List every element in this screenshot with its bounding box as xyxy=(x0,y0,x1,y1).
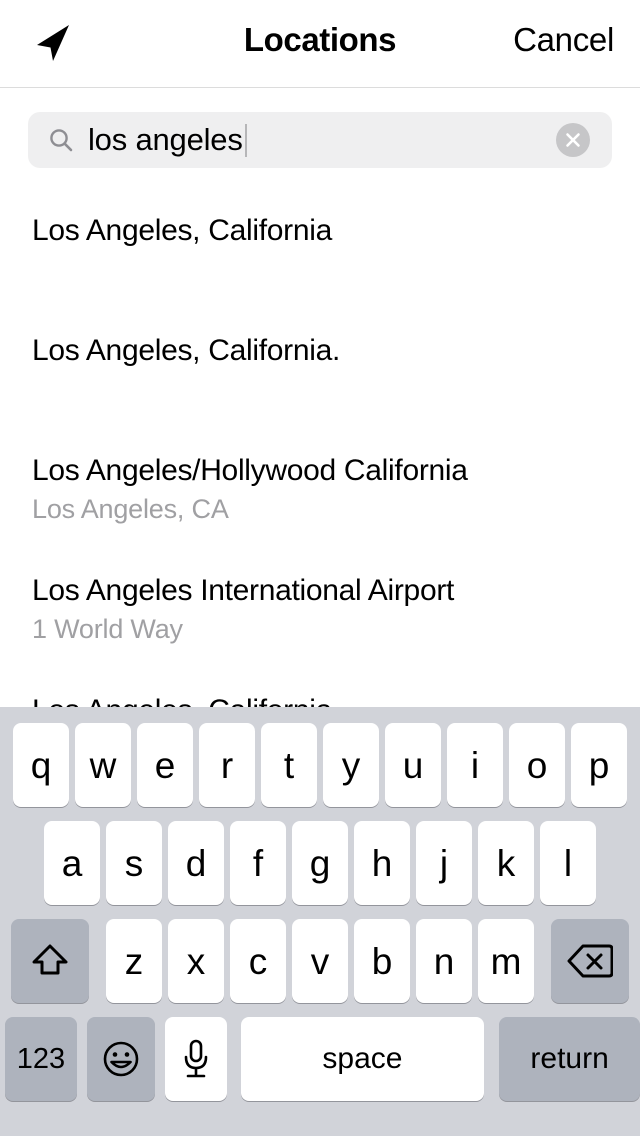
list-item[interactable]: Los Angeles, California. xyxy=(0,310,640,430)
result-subtitle: 1 World Way xyxy=(32,611,640,647)
key-y[interactable]: y xyxy=(323,723,379,807)
key-j[interactable]: j xyxy=(416,821,472,905)
key-n[interactable]: n xyxy=(416,919,472,1003)
key-c[interactable]: c xyxy=(230,919,286,1003)
result-title: Los Angeles International Airport xyxy=(32,572,640,610)
key-f[interactable]: f xyxy=(230,821,286,905)
list-item[interactable]: Los Angeles International Airport 1 Worl… xyxy=(0,550,640,670)
search-bar-container: los angeles xyxy=(0,88,640,168)
list-item[interactable]: Los Angeles, California xyxy=(0,670,640,707)
numbers-key[interactable]: 123 xyxy=(5,1017,77,1101)
clear-search-button[interactable] xyxy=(556,123,590,157)
key-x[interactable]: x xyxy=(168,919,224,1003)
return-key[interactable]: return xyxy=(499,1017,640,1101)
key-i[interactable]: i xyxy=(447,723,503,807)
key-v[interactable]: v xyxy=(292,919,348,1003)
key-g[interactable]: g xyxy=(292,821,348,905)
keyboard-row-1: q w e r t y u i o p xyxy=(0,707,640,807)
search-results-list: Los Angeles, California Los Angeles, Cal… xyxy=(0,190,640,707)
result-title: Los Angeles/Hollywood California xyxy=(32,452,640,490)
key-t[interactable]: t xyxy=(261,723,317,807)
key-h[interactable]: h xyxy=(354,821,410,905)
key-w[interactable]: w xyxy=(75,723,131,807)
search-text-holder: los angeles xyxy=(88,123,556,157)
navigation-bar: Locations Cancel xyxy=(0,0,640,88)
key-b[interactable]: b xyxy=(354,919,410,1003)
result-title: Los Angeles, California xyxy=(32,692,640,707)
key-m[interactable]: m xyxy=(478,919,534,1003)
cancel-button[interactable]: Cancel xyxy=(513,18,614,62)
search-input[interactable]: los angeles xyxy=(28,112,612,168)
keyboard-row-3: z x c v b n m xyxy=(0,905,640,1003)
key-u[interactable]: u xyxy=(385,723,441,807)
key-o[interactable]: o xyxy=(509,723,565,807)
key-e[interactable]: e xyxy=(137,723,193,807)
text-cursor xyxy=(245,124,247,157)
key-a[interactable]: a xyxy=(44,821,100,905)
search-icon xyxy=(48,127,74,153)
search-query-value: los angeles xyxy=(88,123,243,157)
result-subtitle: Los Angeles, CA xyxy=(32,491,640,527)
keyboard-row-2: a s d f g h j k l xyxy=(0,807,640,905)
key-k[interactable]: k xyxy=(478,821,534,905)
key-s[interactable]: s xyxy=(106,821,162,905)
key-r[interactable]: r xyxy=(199,723,255,807)
key-l[interactable]: l xyxy=(540,821,596,905)
list-item[interactable]: Los Angeles/Hollywood California Los Ang… xyxy=(0,430,640,550)
emoji-smiley-icon[interactable] xyxy=(87,1017,155,1101)
key-z[interactable]: z xyxy=(106,919,162,1003)
result-title: Los Angeles, California xyxy=(32,212,640,250)
list-item[interactable]: Los Angeles, California xyxy=(0,190,640,310)
space-key[interactable]: space xyxy=(241,1017,485,1101)
backspace-icon[interactable] xyxy=(551,919,629,1003)
result-title: Los Angeles, California. xyxy=(32,332,640,370)
microphone-icon[interactable] xyxy=(165,1017,227,1101)
keyboard-row-4: 123 space return xyxy=(0,1003,640,1101)
shift-arrow-icon[interactable] xyxy=(11,919,89,1003)
key-p[interactable]: p xyxy=(571,723,627,807)
on-screen-keyboard: q w e r t y u i o p a s d f g h j k l z … xyxy=(0,707,640,1136)
key-q[interactable]: q xyxy=(13,723,69,807)
key-d[interactable]: d xyxy=(168,821,224,905)
